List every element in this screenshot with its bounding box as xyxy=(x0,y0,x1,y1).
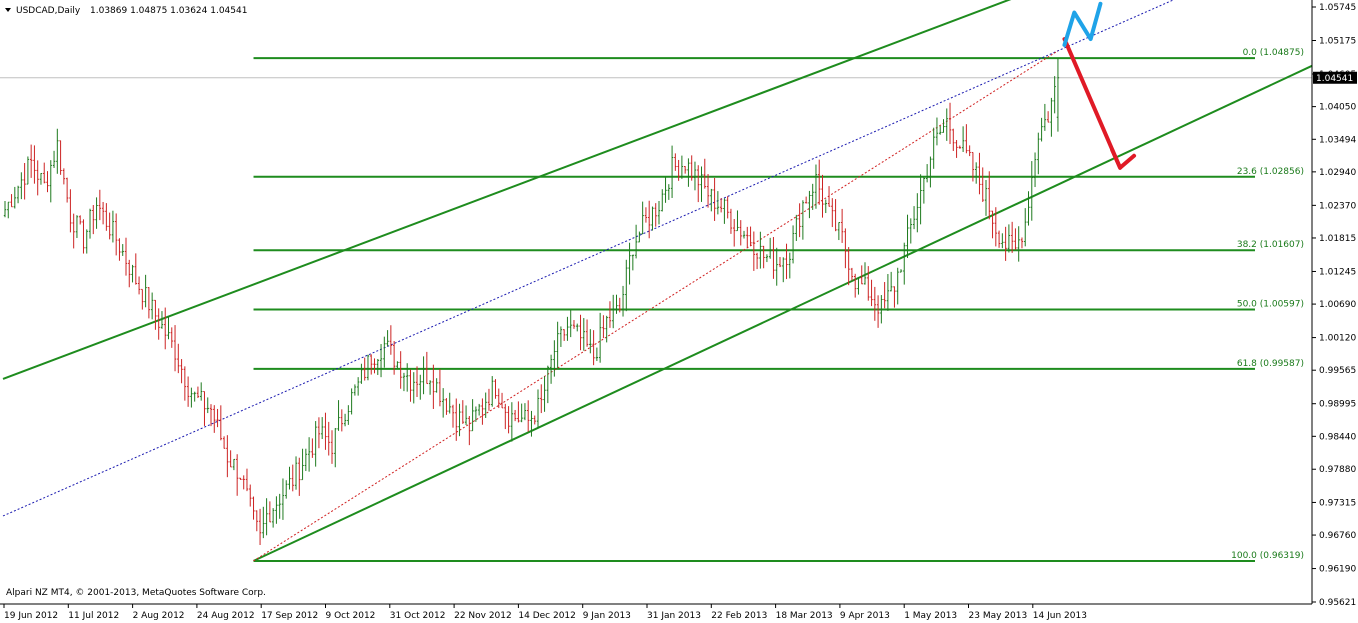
ohlc-values: 1.03869 1.04875 1.03624 1.04541 xyxy=(90,6,247,16)
time-tick-label: 9 Oct 2012 xyxy=(326,611,376,621)
price-tick-label: 0.97315 xyxy=(1319,498,1356,508)
chart-header: USDCAD,Daily 1.03869 1.04875 1.03624 1.0… xyxy=(5,6,247,16)
price-tick-label: 1.03494 xyxy=(1319,135,1356,145)
price-tick-label: 1.00690 xyxy=(1319,300,1356,310)
price-tick-label: 0.96190 xyxy=(1319,565,1356,575)
price-tick-label: 0.96760 xyxy=(1319,531,1356,541)
time-tick-label: 19 Jun 2012 xyxy=(4,611,58,621)
time-tick-label: 23 May 2013 xyxy=(969,611,1028,621)
symbol-label: USDCAD,Daily xyxy=(16,6,81,16)
current-price-label: 1.04541 xyxy=(1316,74,1353,84)
price-chart[interactable]: 0.0 (1.04875) 23.6 (1.02856) 38.2 (1.01607… xyxy=(0,0,1358,623)
time-tick-label: 1 May 2013 xyxy=(904,611,957,621)
price-tick-label: 1.05745 xyxy=(1319,3,1356,13)
fib-label-61.8: 61.8 (0.99587) xyxy=(1237,359,1304,369)
price-tick-label: 0.98995 xyxy=(1319,400,1356,410)
fib-label-0.0: 0.0 (1.04875) xyxy=(1243,48,1304,58)
fib-label-38.2: 38.2 (1.01607) xyxy=(1237,240,1304,250)
fib-label-100.0: 100.0 (0.96319) xyxy=(1231,551,1304,561)
time-tick-label: 11 Jul 2012 xyxy=(68,611,119,621)
price-tick-label: 0.97880 xyxy=(1319,465,1356,475)
chart-background xyxy=(0,0,1358,623)
time-tick-label: 9 Apr 2013 xyxy=(840,611,890,621)
time-tick-label: 22 Feb 2013 xyxy=(711,611,767,621)
time-tick-label: 17 Sep 2012 xyxy=(261,611,318,621)
time-tick-label: 22 Nov 2012 xyxy=(454,611,512,621)
price-tick-label: 0.95621 xyxy=(1319,598,1356,608)
time-tick-label: 31 Oct 2012 xyxy=(390,611,446,621)
price-tick-label: 1.01815 xyxy=(1319,234,1356,244)
price-tick-label: 1.04050 xyxy=(1319,103,1356,113)
time-tick-label: 31 Jan 2013 xyxy=(647,611,701,621)
price-tick-label: 0.98440 xyxy=(1319,432,1356,442)
time-tick-label: 14 Jun 2013 xyxy=(1033,611,1087,621)
fib-label-50.0: 50.0 (1.00597) xyxy=(1237,300,1304,310)
price-tick-label: 1.02370 xyxy=(1319,201,1356,211)
time-tick-label: 18 Mar 2013 xyxy=(776,611,833,621)
time-tick-label: 24 Aug 2012 xyxy=(197,611,255,621)
time-tick-label: 9 Jan 2013 xyxy=(583,611,631,621)
price-tick-label: 1.00120 xyxy=(1319,334,1356,344)
price-tick-label: 1.05175 xyxy=(1319,36,1356,46)
price-tick-label: 1.02940 xyxy=(1319,168,1356,178)
fib-label-23.6: 23.6 (1.02856) xyxy=(1237,167,1304,177)
time-tick-label: 2 Aug 2012 xyxy=(133,611,185,621)
time-tick-label: 14 Dec 2012 xyxy=(518,611,576,621)
copyright-text: Alpari NZ MT4, © 2001-2013, MetaQuotes S… xyxy=(6,588,266,598)
price-tick-label: 1.01245 xyxy=(1319,267,1356,277)
price-tick-label: 0.99565 xyxy=(1319,366,1356,376)
